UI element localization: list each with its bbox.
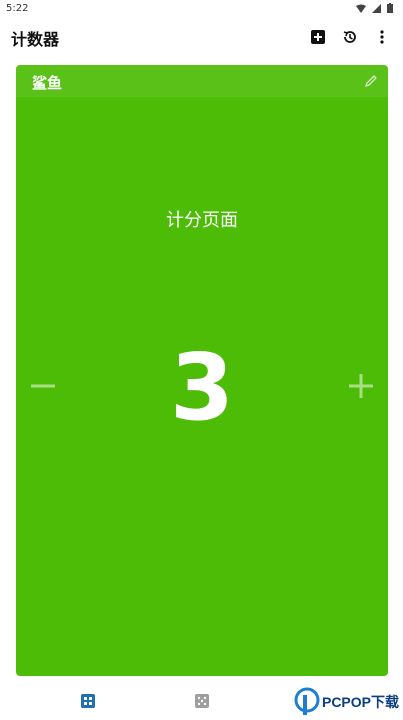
plus-icon	[349, 374, 373, 398]
history-button[interactable]	[341, 28, 359, 46]
grid-icon	[81, 694, 95, 708]
signal-icon	[372, 3, 381, 13]
decrement-button[interactable]	[28, 371, 58, 401]
nav-item-dice[interactable]	[195, 693, 209, 708]
edit-name-button[interactable]	[364, 73, 378, 88]
status-time: 5:22	[6, 3, 29, 14]
pencil-icon	[364, 75, 377, 88]
plus-square-icon	[311, 30, 325, 44]
status-bar: 5:22	[0, 0, 403, 18]
wifi-icon	[356, 4, 366, 13]
battery-icon	[387, 3, 393, 13]
watermark-text: PCPOP下载	[321, 694, 399, 710]
page-label: 计分页面	[166, 210, 238, 231]
watermark: PCPOP下载	[294, 684, 399, 720]
status-icons	[356, 3, 393, 13]
nav-item-counter[interactable]	[81, 693, 95, 708]
minus-icon	[31, 384, 55, 388]
card-header: 鲨鱼	[16, 65, 388, 97]
app-bar: 计数器	[0, 22, 403, 56]
app-actions	[309, 28, 391, 46]
more-vert-icon	[380, 30, 384, 44]
add-counter-button[interactable]	[309, 28, 327, 46]
dice-icon	[195, 694, 209, 708]
pcpop-logo-icon	[294, 687, 320, 715]
history-icon	[343, 31, 356, 43]
player-name: 鲨鱼	[32, 74, 63, 92]
counter-card: 鲨鱼 计分页面 3	[16, 65, 388, 676]
increment-button[interactable]	[346, 371, 376, 401]
score-value[interactable]: 3	[16, 333, 388, 443]
app-title: 计数器	[11, 30, 60, 49]
more-options-button[interactable]	[373, 28, 391, 46]
